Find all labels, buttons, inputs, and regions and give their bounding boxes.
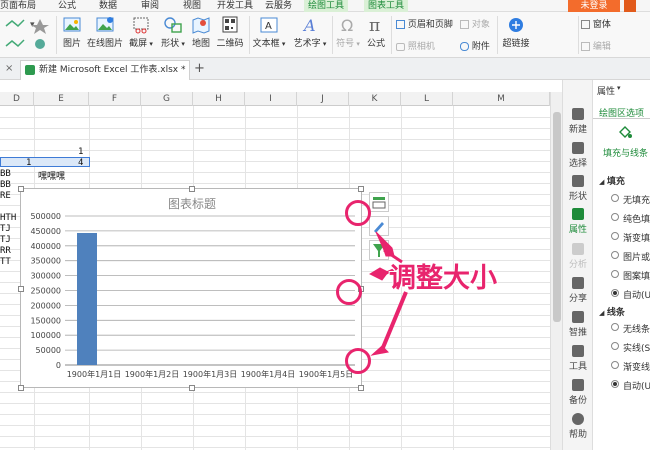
- line-section-label: 线条: [606, 308, 625, 318]
- fill-section-header[interactable]: ◢ 填充: [599, 174, 625, 187]
- property-panel: 属性 ▾ 绘图区选项 填充与线条 ◢ 填充 无填充 纯色填 渐变填 图片或 图案填…: [592, 80, 650, 450]
- annotation-arrows: [368, 231, 408, 356]
- radio-pattern-fill[interactable]: [611, 270, 619, 278]
- pattern-fill-label: 图案填: [623, 272, 650, 282]
- gradient-fill-label: 渐变填: [623, 234, 650, 244]
- right-task-nav: 新建 选择 形状 属性 分析 分享 智推 工具 备份 帮助: [562, 80, 592, 450]
- nav-select[interactable]: 选择: [563, 142, 593, 169]
- nav-smart-label: 智推: [568, 328, 587, 338]
- nav-properties-label: 属性: [568, 225, 587, 235]
- properties-icon: [572, 208, 584, 220]
- solid-line-label: 实线(S): [623, 344, 650, 354]
- annotation-circle: [345, 348, 371, 374]
- radio-picture-fill[interactable]: [611, 251, 619, 259]
- nav-help[interactable]: 帮助: [563, 413, 593, 440]
- nav-analysis-label: 分析: [568, 260, 587, 270]
- nav-tools-label: 工具: [568, 362, 587, 372]
- annotation-circle: [336, 279, 362, 305]
- radio-no-fill[interactable]: [611, 194, 619, 202]
- nav-new[interactable]: 新建: [563, 108, 593, 135]
- analysis-icon: [572, 243, 584, 255]
- radio-solid-fill[interactable]: [611, 213, 619, 221]
- radio-no-line[interactable]: [611, 323, 619, 331]
- nav-share-label: 分享: [568, 294, 587, 304]
- share-icon: [572, 277, 584, 289]
- line-section-header[interactable]: ◢ 线条: [599, 305, 625, 318]
- shape-icon: [572, 175, 584, 187]
- help-icon: [572, 413, 584, 425]
- nav-select-label: 选择: [568, 159, 587, 169]
- radio-auto-line[interactable]: [611, 380, 619, 388]
- panel-dropdown-icon[interactable]: ▾: [617, 84, 621, 92]
- fill-line-tab[interactable]: 填充与线条: [603, 146, 648, 159]
- bulb-icon: [572, 311, 584, 323]
- nav-backup[interactable]: 备份: [563, 379, 593, 406]
- picture-fill-label: 图片或: [623, 253, 650, 263]
- radio-gradient-fill[interactable]: [611, 232, 619, 240]
- backup-icon: [572, 379, 584, 391]
- radio-gradient-line[interactable]: [611, 361, 619, 369]
- no-fill-label: 无填充: [623, 196, 650, 206]
- nav-backup-label: 备份: [568, 396, 587, 406]
- gradient-line-label: 渐变线: [623, 363, 650, 373]
- nav-new-label: 新建: [568, 125, 587, 135]
- annotation-circle: [345, 200, 371, 226]
- annotation-text: 调整大小: [389, 263, 497, 294]
- nav-smart[interactable]: 智推: [563, 311, 593, 338]
- auto-fill-label: 自动(U): [623, 291, 650, 301]
- nav-tools[interactable]: 工具: [563, 345, 593, 372]
- select-icon: [572, 142, 584, 154]
- solid-fill-label: 纯色填: [623, 215, 650, 225]
- nav-shape-label: 形状: [568, 192, 587, 202]
- auto-line-label: 自动(U): [623, 382, 650, 392]
- no-line-label: 无线条: [623, 325, 650, 335]
- nav-share[interactable]: 分享: [563, 277, 593, 304]
- panel-divider: [593, 118, 650, 119]
- radio-solid-line[interactable]: [611, 342, 619, 350]
- nav-properties[interactable]: 属性: [563, 208, 593, 235]
- nav-analysis[interactable]: 分析: [563, 243, 593, 270]
- nav-help-label: 帮助: [568, 430, 587, 440]
- panel-title: 属性: [597, 87, 616, 97]
- fill-section-label: 填充: [606, 177, 625, 187]
- new-icon: [572, 108, 584, 120]
- nav-shape[interactable]: 形状: [563, 175, 593, 202]
- paint-bucket-icon: [619, 126, 632, 138]
- radio-auto-fill[interactable]: [611, 289, 619, 297]
- toolbox-icon: [572, 345, 584, 357]
